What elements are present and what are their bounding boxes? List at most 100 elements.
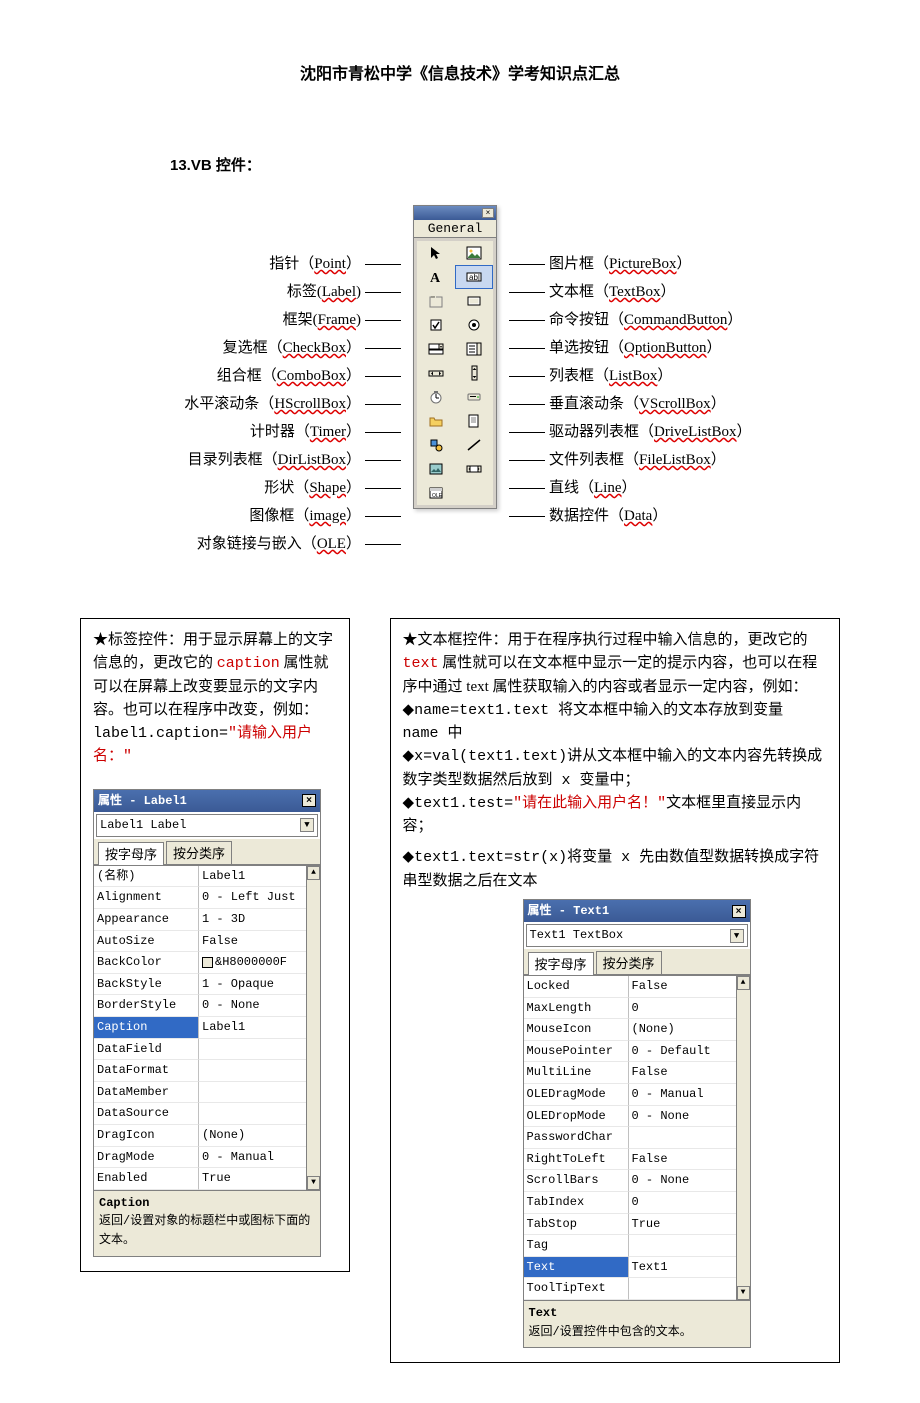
property-value[interactable] — [199, 1060, 306, 1082]
scroll-up-icon[interactable]: ▲ — [737, 976, 750, 990]
property-value[interactable]: 0 — [629, 1192, 736, 1214]
shape-icon[interactable] — [417, 433, 455, 457]
commandbutton-icon[interactable] — [455, 289, 493, 313]
pointer-icon[interactable] — [417, 241, 455, 265]
property-name[interactable]: TabStop — [524, 1214, 629, 1236]
property-name[interactable]: BackColor — [94, 952, 199, 974]
property-name[interactable]: TabIndex — [524, 1192, 629, 1214]
property-name[interactable]: DataMember — [94, 1082, 199, 1104]
vscroll-icon[interactable] — [455, 361, 493, 385]
property-value[interactable]: Label1 — [199, 1017, 306, 1039]
property-value[interactable]: Label1 — [199, 866, 306, 888]
picturebox-icon[interactable] — [455, 241, 493, 265]
property-value[interactable]: False — [629, 976, 736, 998]
checkbox-icon[interactable] — [417, 313, 455, 337]
property-name[interactable]: Enabled — [94, 1168, 199, 1190]
property-value[interactable]: True — [629, 1214, 736, 1236]
property-name[interactable]: Alignment — [94, 887, 199, 909]
property-value[interactable]: &H8000000F — [199, 952, 306, 974]
scroll-down-icon[interactable]: ▼ — [737, 1286, 750, 1300]
property-name[interactable]: MouseIcon — [524, 1019, 629, 1041]
filelist-icon[interactable] — [455, 409, 493, 433]
property-value[interactable]: False — [199, 931, 306, 953]
property-value[interactable] — [629, 1278, 736, 1300]
scrollbar[interactable]: ▲▼ — [736, 976, 750, 1300]
property-name[interactable]: DataFormat — [94, 1060, 199, 1082]
property-name[interactable]: Tag — [524, 1235, 629, 1257]
property-value[interactable]: 0 - Left Just — [199, 887, 306, 909]
property-name[interactable]: Text — [524, 1257, 629, 1279]
chevron-down-icon[interactable]: ▼ — [730, 929, 744, 943]
property-value[interactable]: 1 - 3D — [199, 909, 306, 931]
data-icon[interactable] — [455, 457, 493, 481]
property-name[interactable]: DataSource — [94, 1103, 199, 1125]
property-name[interactable]: MousePointer — [524, 1041, 629, 1063]
property-value[interactable]: True — [199, 1168, 306, 1190]
property-name[interactable]: BackStyle — [94, 974, 199, 996]
close-icon[interactable]: × — [482, 208, 494, 218]
property-name[interactable]: PasswordChar — [524, 1127, 629, 1149]
property-name[interactable]: OLEDragMode — [524, 1084, 629, 1106]
close-icon[interactable]: × — [302, 794, 316, 807]
frame-icon[interactable]: xv — [417, 289, 455, 313]
property-name[interactable]: MultiLine — [524, 1062, 629, 1084]
hscroll-icon[interactable] — [417, 361, 455, 385]
property-value[interactable] — [629, 1235, 736, 1257]
chevron-down-icon[interactable]: ▼ — [300, 818, 314, 832]
property-name[interactable]: ToolTipText — [524, 1278, 629, 1300]
scroll-up-icon[interactable]: ▲ — [307, 866, 320, 880]
property-value[interactable]: (None) — [629, 1019, 736, 1041]
object-selector-combo[interactable]: Label1 Label ▼ — [96, 814, 318, 837]
property-value[interactable]: 0 - None — [629, 1170, 736, 1192]
property-value[interactable]: False — [629, 1149, 736, 1171]
combobox-icon[interactable] — [417, 337, 455, 361]
property-name[interactable]: DragIcon — [94, 1125, 199, 1147]
timer-icon[interactable] — [417, 385, 455, 409]
property-name[interactable]: Appearance — [94, 909, 199, 931]
property-name[interactable]: MaxLength — [524, 998, 629, 1020]
tab-alphabetic[interactable]: 按字母序 — [528, 952, 594, 975]
property-value[interactable] — [629, 1127, 736, 1149]
line-icon[interactable] — [455, 433, 493, 457]
property-name[interactable]: Locked — [524, 976, 629, 998]
property-value[interactable]: 0 - Manual — [629, 1084, 736, 1106]
property-value[interactable]: 0 — [629, 998, 736, 1020]
property-name[interactable]: OLEDropMode — [524, 1106, 629, 1128]
dirlist-icon[interactable] — [417, 409, 455, 433]
property-name[interactable]: Caption — [94, 1017, 199, 1039]
scroll-down-icon[interactable]: ▼ — [307, 1176, 320, 1190]
tab-categorized[interactable]: 按分类序 — [166, 841, 232, 864]
property-name[interactable]: AutoSize — [94, 931, 199, 953]
property-value[interactable]: (None) — [199, 1125, 306, 1147]
property-value[interactable]: 0 - None — [629, 1106, 736, 1128]
properties-grid: (名称)Label1Alignment0 - Left JustAppearan… — [94, 865, 320, 1190]
drivelist-icon[interactable] — [455, 385, 493, 409]
toolbox-tab-general[interactable]: General — [414, 220, 496, 238]
close-icon[interactable]: × — [732, 905, 746, 918]
ole-icon[interactable]: OLE — [417, 481, 455, 505]
property-name[interactable]: BorderStyle — [94, 995, 199, 1017]
property-value[interactable] — [199, 1039, 306, 1061]
tab-categorized[interactable]: 按分类序 — [596, 951, 662, 974]
property-name[interactable]: DataField — [94, 1039, 199, 1061]
property-name[interactable]: ScrollBars — [524, 1170, 629, 1192]
scrollbar[interactable]: ▲▼ — [306, 866, 320, 1190]
listbox-icon[interactable] — [455, 337, 493, 361]
textbox-icon[interactable]: ab| — [455, 265, 493, 289]
property-value[interactable]: 0 - None — [199, 995, 306, 1017]
property-name[interactable]: (名称) — [94, 866, 199, 888]
property-name[interactable]: RightToLeft — [524, 1149, 629, 1171]
tab-alphabetic[interactable]: 按字母序 — [98, 842, 164, 865]
property-value[interactable] — [199, 1103, 306, 1125]
property-value[interactable]: False — [629, 1062, 736, 1084]
property-name[interactable]: DragMode — [94, 1147, 199, 1169]
property-value[interactable]: Text1 — [629, 1257, 736, 1279]
object-selector-combo[interactable]: Text1 TextBox ▼ — [526, 924, 748, 947]
label-icon[interactable]: A — [417, 265, 455, 289]
property-value[interactable] — [199, 1082, 306, 1104]
optionbutton-icon[interactable] — [455, 313, 493, 337]
property-value[interactable]: 1 - Opaque — [199, 974, 306, 996]
property-value[interactable]: 0 - Default — [629, 1041, 736, 1063]
property-value[interactable]: 0 - Manual — [199, 1147, 306, 1169]
image-icon[interactable] — [417, 457, 455, 481]
